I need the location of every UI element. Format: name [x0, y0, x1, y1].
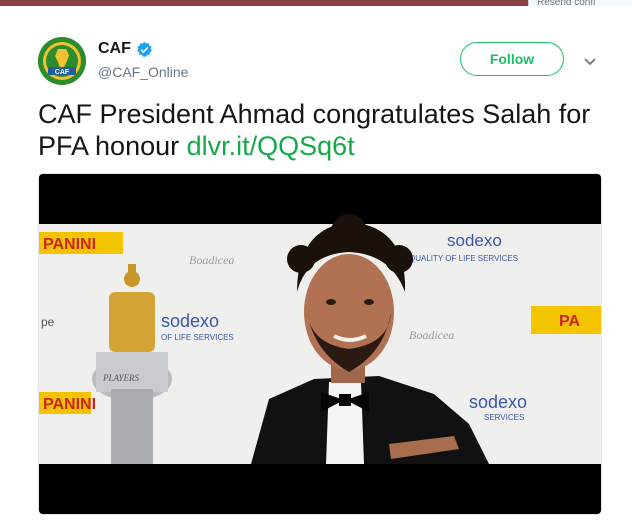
boadicea-logo-1: Boadicea [189, 253, 234, 267]
resend-confirmation-tab[interactable]: Resend confi [528, 0, 632, 6]
tweet-media-image[interactable]: PANINI sodexo QUALITY OF LIFE SERVICES B… [38, 173, 602, 515]
tweet-link[interactable]: dlvr.it/QQSq6t [187, 131, 355, 161]
sodexo-logo-3: sodexo [469, 392, 527, 412]
author-name[interactable]: CAF [98, 40, 131, 58]
boadicea-logo-2: Boadicea [409, 328, 454, 342]
follow-button[interactable]: Follow [460, 42, 564, 76]
sodexo-tagline-2: OF LIFE SERVICES [161, 333, 234, 342]
panini-logo-1: PANINI [43, 236, 96, 253]
chevron-down-icon[interactable] [581, 52, 599, 70]
sodexo-logo-1: sodexo [447, 231, 502, 250]
verified-badge-icon [136, 41, 152, 57]
browser-top-strip: Resend confi [0, 0, 632, 6]
panini-logo-3: PA [559, 313, 580, 330]
avatar-text: CAF [55, 69, 70, 76]
sodexo-tagline-1: QUALITY OF LIFE SERVICES [409, 254, 518, 263]
avatar[interactable]: CAF [38, 37, 86, 85]
sodexo-tagline-3: SERVICES [484, 413, 524, 422]
trophy-engraving: PLAYERS [102, 373, 140, 383]
author-name-row: CAF [98, 40, 153, 58]
tweet-text: CAF President Ahmad congratulates Salah … [38, 98, 613, 162]
photo-salah-with-pfa-trophy: PANINI sodexo QUALITY OF LIFE SERVICES B… [39, 174, 601, 514]
author-handle[interactable]: @CAF_Online [98, 64, 188, 80]
caf-logo: CAF [38, 37, 86, 85]
panini-logo-2: PANINI [43, 396, 96, 413]
backdrop-fragment: pe [41, 315, 55, 329]
sodexo-logo-2: sodexo [161, 311, 219, 331]
